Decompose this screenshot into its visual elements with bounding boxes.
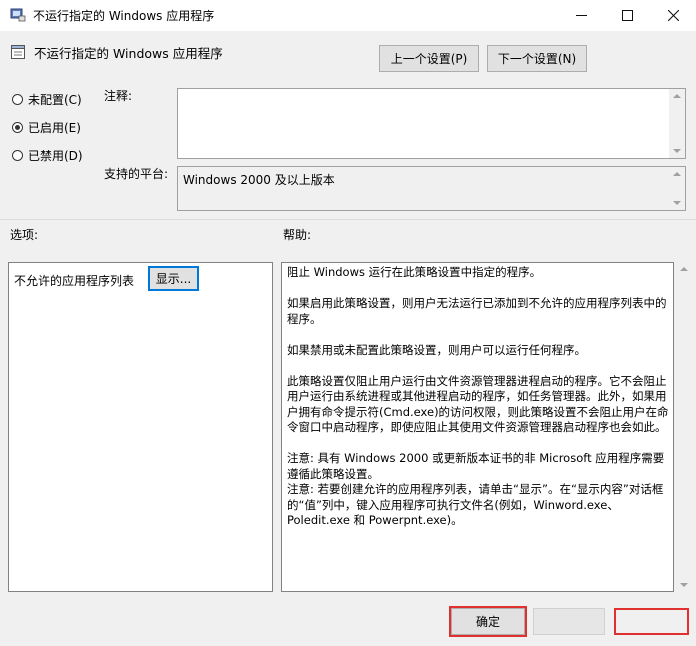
radio-circle[interactable] <box>12 122 23 133</box>
scroll-down-icon[interactable] <box>673 149 681 153</box>
divider <box>0 219 696 220</box>
help-text-pane: 阻止 Windows 运行在此策略设置中指定的程序。 如果启用此策略设置，则用户… <box>281 262 674 592</box>
apply-button[interactable] <box>614 608 689 635</box>
disallowed-list-label: 不允许的应用程序列表 <box>14 274 135 288</box>
comment-scrollbar[interactable] <box>669 89 685 158</box>
options-label: 选项: <box>10 228 39 242</box>
help-scrollbar[interactable] <box>676 262 693 592</box>
cancel-button[interactable] <box>533 608 605 635</box>
radio-not-configured[interactable]: 未配置(C) <box>12 91 82 108</box>
scroll-down-icon[interactable] <box>673 201 681 205</box>
previous-setting-button[interactable]: 上一个设置(P) <box>379 45 479 72</box>
scroll-down-icon[interactable] <box>680 583 688 587</box>
maximize-icon <box>621 10 633 21</box>
radio-label: 未配置(C) <box>28 93 82 107</box>
platform-label: 支持的平台: <box>104 167 169 181</box>
help-paragraph: 注意: 若要创建允许的应用程序列表，请单击“显示”。在“显示内容”对话框的“值”… <box>287 482 664 527</box>
radio-label: 已启用(E) <box>28 121 81 135</box>
comment-textarea[interactable] <box>177 88 686 159</box>
show-button[interactable]: 显示... <box>148 266 199 291</box>
scroll-up-icon[interactable] <box>673 172 681 176</box>
radio-label: 已禁用(D) <box>28 149 83 163</box>
help-paragraph: 如果禁用或未配置此策略设置，则用户可以运行任何程序。 <box>287 342 586 357</box>
close-icon <box>667 10 679 21</box>
options-pane: 不允许的应用程序列表 显示... <box>8 262 273 592</box>
comment-label: 注释: <box>104 89 133 103</box>
group-policy-icon <box>10 8 26 22</box>
scroll-up-icon[interactable] <box>673 94 681 98</box>
window-title: 不运行指定的 Windows 应用程序 <box>33 9 215 23</box>
radio-circle[interactable] <box>12 150 23 161</box>
scroll-up-icon[interactable] <box>680 267 688 271</box>
platform-scrollbar[interactable] <box>669 167 685 210</box>
help-paragraph: 如果启用此策略设置，则用户无法运行已添加到不允许的应用程序列表中的程序。 <box>287 296 667 326</box>
next-setting-button[interactable]: 下一个设置(N) <box>487 45 587 72</box>
help-paragraph: 注意: 具有 Windows 2000 或更新版本证书的非 Microsoft … <box>287 451 665 481</box>
radio-enabled[interactable]: 已启用(E) <box>12 119 81 136</box>
platform-field: Windows 2000 及以上版本 <box>177 166 686 211</box>
close-button[interactable] <box>650 0 696 31</box>
minimize-icon <box>575 15 587 16</box>
ok-button[interactable]: 确定 <box>449 606 527 637</box>
platform-value: Windows 2000 及以上版本 <box>183 173 335 187</box>
help-paragraph: 阻止 Windows 运行在此策略设置中指定的程序。 <box>287 265 542 279</box>
setting-title: 不运行指定的 Windows 应用程序 <box>34 46 223 61</box>
radio-disabled[interactable]: 已禁用(D) <box>12 147 83 164</box>
radio-circle[interactable] <box>12 94 23 105</box>
help-paragraph: 此策略设置仅阻止用户运行由文件资源管理器进程启动的程序。它不会阻止用户运行由系统… <box>287 373 669 435</box>
maximize-button[interactable] <box>604 0 650 31</box>
setting-icon <box>11 45 25 59</box>
help-label: 帮助: <box>283 228 312 242</box>
minimize-button[interactable] <box>558 0 604 31</box>
